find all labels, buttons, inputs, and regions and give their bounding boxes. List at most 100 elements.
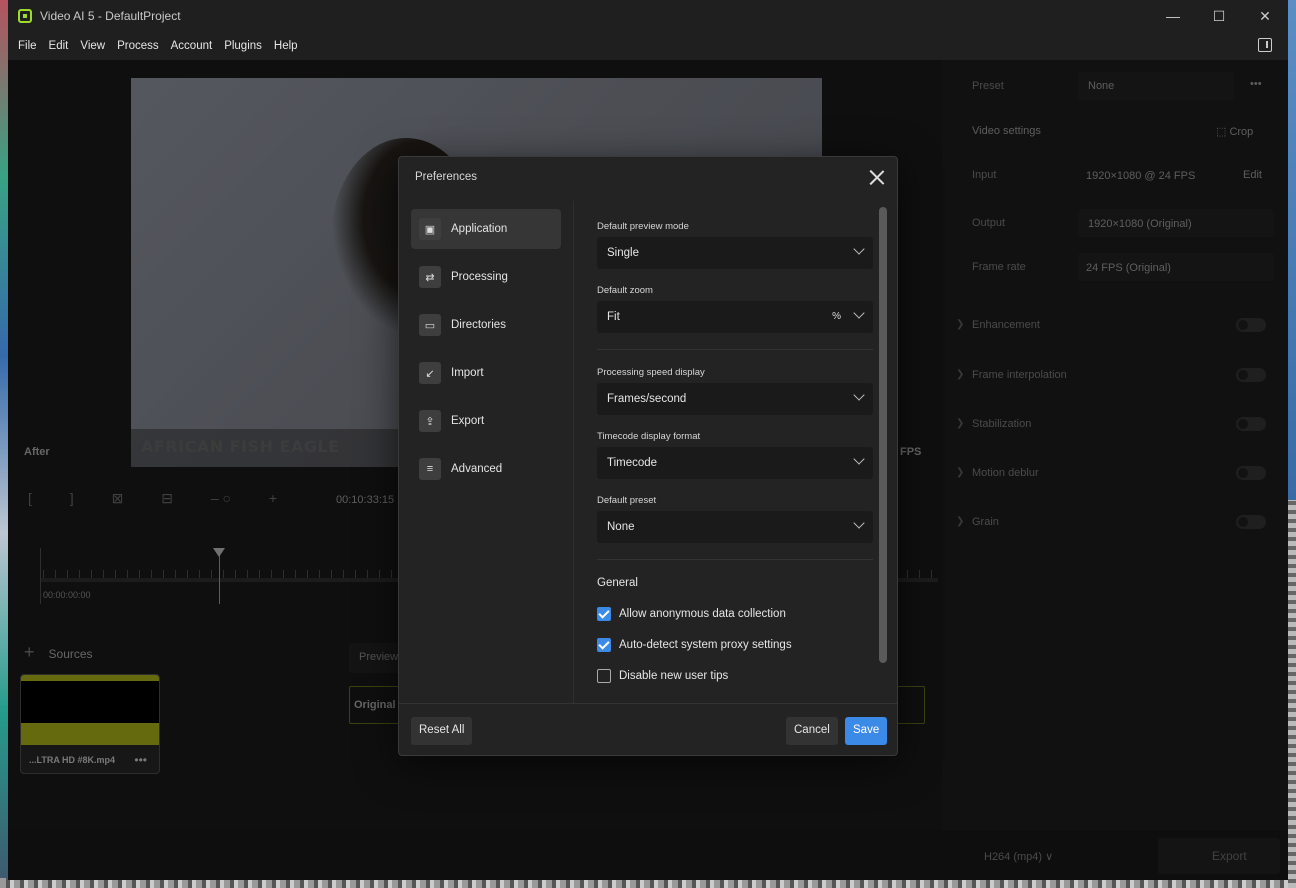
- playhead[interactable]: [213, 548, 225, 604]
- zoom-slider-icon[interactable]: – ○: [211, 490, 231, 506]
- split-icon[interactable]: ⊟: [161, 490, 173, 506]
- sources-label: Sources: [48, 647, 93, 661]
- nav-item-application[interactable]: ▣ Application: [411, 209, 561, 249]
- add-source-icon[interactable]: +: [24, 642, 35, 662]
- nav-item-processing[interactable]: ⇄ Processing: [411, 257, 561, 297]
- mark-in-icon[interactable]: [: [28, 490, 32, 506]
- nav-item-label: Processing: [451, 271, 508, 283]
- checkbox-unchecked-icon: [597, 669, 611, 683]
- close-icon[interactable]: [869, 169, 885, 185]
- motion-deblur-label: Motion deblur: [972, 467, 1039, 479]
- nav-item-label: Directories: [451, 319, 506, 331]
- nav-item-advanced[interactable]: ≡ Advanced: [411, 449, 561, 489]
- video-caption: AFRICAN FISH EAGLE: [141, 437, 340, 456]
- motion-deblur-toggle[interactable]: [1236, 466, 1266, 480]
- codec-select[interactable]: H264 (mp4) ∨: [984, 850, 1053, 863]
- source-clip-thumbnail[interactable]: ...LTRA HD #8K.mp4 •••: [20, 674, 160, 774]
- maximize-icon[interactable]: ☐: [1196, 0, 1242, 32]
- crop-label: Crop: [1229, 126, 1254, 138]
- save-button[interactable]: Save: [845, 717, 888, 745]
- checkbox-label: Disable new user tips: [619, 670, 729, 682]
- minimize-icon[interactable]: —: [1150, 0, 1196, 32]
- frame-interpolation-toggle[interactable]: [1236, 368, 1266, 382]
- window-title: Video AI 5 - DefaultProject: [40, 9, 181, 23]
- nav-item-label: Export: [451, 415, 485, 427]
- preferences-dialog: Preferences ▣ Application ⇄ Processing ▭…: [398, 156, 898, 756]
- preferences-nav: ▣ Application ⇄ Processing ▭ Directories…: [411, 209, 561, 497]
- zoom-label: Default zoom: [597, 285, 653, 296]
- export-button[interactable]: Export: [1158, 838, 1280, 874]
- output-value: 1920×1080 (Original): [1088, 218, 1192, 230]
- chevron-right-icon[interactable]: ❯: [956, 467, 964, 478]
- menu-plugins[interactable]: Plugins: [218, 40, 268, 52]
- nav-item-directories[interactable]: ▭ Directories: [411, 305, 561, 345]
- codec-value: H264 (mp4): [984, 851, 1043, 863]
- checkbox-proxy-settings[interactable]: Auto-detect system proxy settings: [597, 638, 792, 652]
- chevron-right-icon[interactable]: ❯: [956, 369, 964, 380]
- menu-view[interactable]: View: [74, 40, 111, 52]
- after-label: After: [24, 446, 50, 458]
- bottom-bar: H264 (mp4) ∨ Export: [8, 830, 1288, 880]
- menu-help[interactable]: Help: [268, 40, 304, 52]
- stabilization-toggle[interactable]: [1236, 417, 1266, 431]
- menu-file[interactable]: File: [12, 40, 43, 52]
- cancel-button[interactable]: Cancel: [786, 717, 838, 745]
- timecode-format-label: Timecode display format: [597, 431, 701, 442]
- nav-item-export[interactable]: ⇪ Export: [411, 401, 561, 441]
- nav-item-label: Application: [451, 223, 508, 235]
- timecode-format-select[interactable]: Timecode: [597, 447, 873, 479]
- default-preset-select[interactable]: None: [597, 511, 873, 543]
- clear-marks-icon[interactable]: ⊠: [112, 490, 124, 506]
- stabilization-label: Stabilization: [972, 418, 1032, 430]
- zoom-in-icon[interactable]: +: [269, 490, 277, 506]
- dialog-footer-divider: [399, 703, 897, 704]
- framerate-label: Frame rate: [972, 261, 1026, 273]
- checkbox-label: Auto-detect system proxy settings: [619, 639, 792, 651]
- mark-out-icon[interactable]: ]: [70, 490, 74, 506]
- checkbox-label: Allow anonymous data collection: [619, 608, 786, 620]
- framerate-value: 24 FPS (Original): [1086, 262, 1171, 274]
- checkbox-anonymous-data[interactable]: Allow anonymous data collection: [597, 607, 786, 621]
- export-icon: ⇪: [419, 410, 441, 432]
- reset-all-button[interactable]: Reset All: [411, 717, 473, 745]
- chevron-right-icon[interactable]: ❯: [956, 319, 964, 330]
- menu-edit[interactable]: Edit: [43, 40, 75, 52]
- nav-item-import[interactable]: ↙ Import: [411, 353, 561, 393]
- input-label: Input: [972, 169, 997, 181]
- menu-process[interactable]: Process: [111, 40, 165, 52]
- sliders-icon: ≡: [419, 458, 441, 480]
- clip-preview-image: [21, 675, 159, 745]
- chevron-right-icon[interactable]: ❯: [956, 418, 964, 429]
- preview-mode-select[interactable]: Single: [597, 237, 873, 269]
- divider: [597, 559, 873, 560]
- chevron-down-icon: [853, 243, 865, 255]
- chevron-down-icon: [853, 389, 865, 401]
- chevron-down-icon: [853, 307, 865, 319]
- chevron-right-icon[interactable]: ❯: [956, 516, 964, 527]
- divider: [597, 349, 873, 350]
- zoom-select[interactable]: Fit %: [597, 301, 873, 333]
- chevron-down-icon: [853, 517, 865, 529]
- chevron-down-icon: [853, 453, 865, 465]
- menu-account[interactable]: Account: [165, 40, 219, 52]
- crop-button[interactable]: ⬚ Crop: [1216, 125, 1253, 138]
- dialog-scrollbar[interactable]: [879, 207, 887, 663]
- dialog-title: Preferences: [415, 171, 478, 183]
- grain-toggle[interactable]: [1236, 515, 1266, 529]
- timeline-start-time: 00:00:00:00: [43, 590, 91, 600]
- output-label: Output: [972, 217, 1006, 229]
- export-label: Export: [1212, 849, 1247, 863]
- checkbox-checked-icon: [597, 607, 611, 621]
- clip-more-icon[interactable]: •••: [134, 753, 147, 767]
- sources-header: + Sources: [24, 642, 93, 663]
- panel-toggle-icon[interactable]: [1258, 38, 1272, 52]
- preset-more-icon[interactable]: •••: [1250, 78, 1262, 90]
- close-icon[interactable]: ✕: [1242, 0, 1288, 32]
- frame-interpolation-label: Frame interpolation: [972, 369, 1067, 381]
- input-edit-link[interactable]: Edit: [1243, 169, 1262, 181]
- nav-item-label: Advanced: [451, 463, 503, 475]
- checkbox-disable-tips[interactable]: Disable new user tips: [597, 669, 728, 683]
- speed-display-select[interactable]: Frames/second: [597, 383, 873, 415]
- default-preset-value: None: [607, 521, 635, 533]
- enhancement-toggle[interactable]: [1236, 318, 1266, 332]
